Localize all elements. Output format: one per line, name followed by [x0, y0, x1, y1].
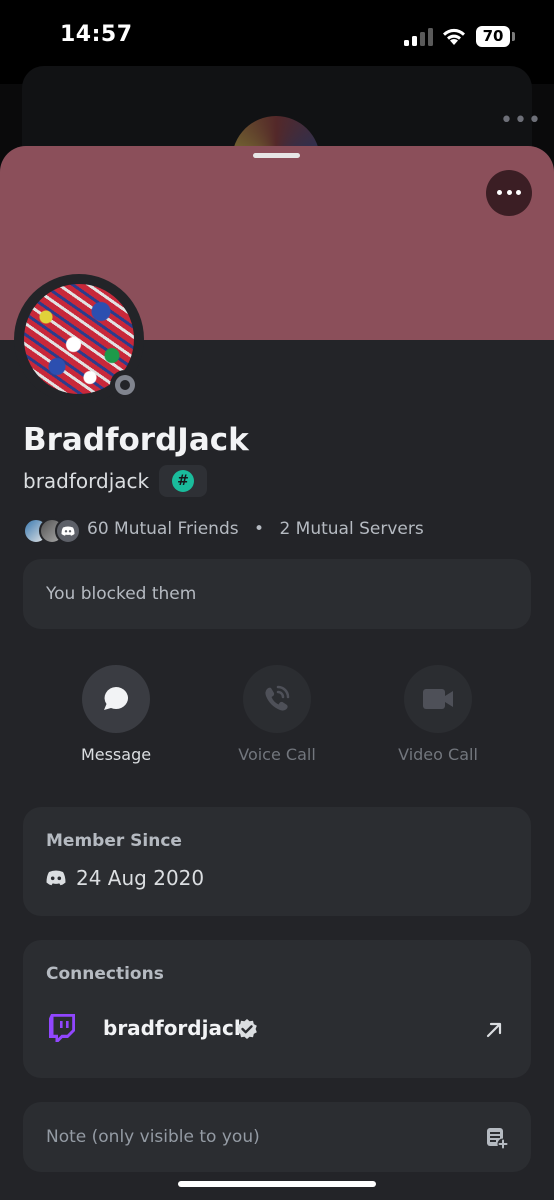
message-label: Message [80, 745, 152, 764]
discord-logo-icon [61, 526, 75, 536]
avatar-container[interactable] [14, 274, 144, 404]
wifi-icon [443, 28, 465, 45]
phone-icon [265, 685, 290, 711]
note-add-icon[interactable] [485, 1126, 509, 1150]
member-since-card: Member Since 24 Aug 2020 [23, 807, 531, 916]
status-time: 14:57 [60, 22, 133, 47]
voice-call-label: Voice Call [238, 745, 316, 764]
chat-bubble-icon [104, 687, 128, 710]
external-link-arrow-icon[interactable] [483, 1019, 505, 1041]
member-since-title: Member Since [46, 831, 182, 851]
status-bar: 14:57 70 [0, 0, 554, 70]
username: bradfordjack [23, 469, 150, 493]
video-camera-icon [423, 689, 453, 709]
battery-cap [512, 32, 515, 41]
offline-status-icon [115, 375, 135, 395]
verified-badge-icon [237, 1019, 257, 1039]
blocked-notice-card: You blocked them [23, 559, 531, 629]
sheet-grabber[interactable] [253, 153, 300, 158]
profile-sheet: BradfordJack bradfordjack # 60 Mutual Fr… [0, 146, 554, 1200]
note-field[interactable]: Note (only visible to you) [23, 1102, 531, 1172]
background-more-icon: ••• [500, 108, 542, 133]
home-indicator[interactable] [178, 1181, 376, 1187]
voice-call-button-circle [243, 665, 311, 733]
video-call-label: Video Call [398, 745, 478, 764]
message-button-circle [82, 665, 150, 733]
battery-indicator: 70 [476, 26, 510, 47]
connections-title: Connections [46, 964, 164, 984]
cellular-signal-icon [404, 28, 434, 46]
connection-name[interactable]: bradfordjack [103, 1016, 247, 1040]
hashtag-icon: # [172, 470, 194, 492]
hashtag-badge[interactable]: # [159, 465, 207, 497]
connections-card: Connections bradfordjack [23, 940, 531, 1078]
separator-dot: • [254, 519, 265, 539]
connection-item-twitch[interactable] [23, 1000, 531, 1064]
status-indicator [110, 370, 140, 400]
mutual-servers-link[interactable]: 2 Mutual Servers [279, 519, 423, 539]
twitch-icon [49, 1014, 75, 1042]
note-placeholder: Note (only visible to you) [46, 1127, 260, 1147]
blocked-notice-text: You blocked them [46, 584, 197, 604]
video-call-button-circle [404, 665, 472, 733]
member-since-date: 24 Aug 2020 [76, 866, 205, 890]
mutual-avatar [55, 518, 81, 544]
more-options-button[interactable] [486, 170, 532, 216]
discord-logo-icon [46, 870, 66, 886]
mutual-summary: 60 Mutual Friends • 2 Mutual Servers [87, 519, 424, 539]
display-name: BradfordJack [23, 422, 249, 458]
mutual-friends-link[interactable]: 60 Mutual Friends [87, 519, 239, 539]
